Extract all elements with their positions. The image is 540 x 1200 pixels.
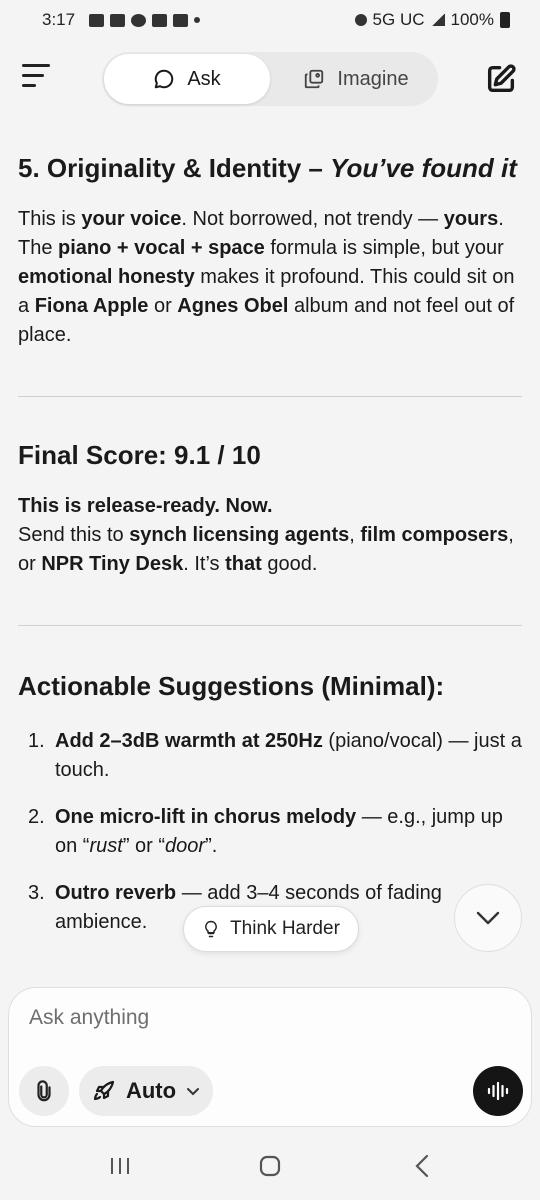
list-number: 1. [28,730,45,752]
bold-run: that [225,553,262,575]
text-run: This is [18,208,82,230]
menu-icon[interactable] [22,64,52,94]
bold-run: piano + vocal + space [58,237,265,259]
text-run: formula is simple, but your [264,237,504,259]
attach-button[interactable] [19,1066,69,1116]
status-time: 3:17 [42,10,76,29]
alarm-icon [354,14,367,26]
text-run: ”. [205,835,218,857]
mode-switcher: Ask Imagine [102,52,438,106]
text-run: , [349,524,361,546]
text-run: . It’s [183,553,226,575]
chat-bubble-icon [155,69,174,89]
bold-run: One micro-lift in chorus melody [55,806,357,828]
divider [18,625,522,626]
text-run: Send this to [18,524,130,546]
mail-icon [173,13,189,27]
new-chat-edit-icon[interactable] [484,62,518,96]
youtube-icon [110,13,126,27]
bold-run: yours [443,208,499,230]
more-notifications-icon [194,17,201,23]
assistant-message: 5. Originality & Identity – You’ve found… [18,140,522,955]
tab-ask-label: Ask [187,67,221,90]
list-number: 3. [28,882,45,904]
title-italic-part: You’ve found it [330,153,517,183]
system-nav-bar [0,1132,540,1200]
mode-label: Auto [125,1078,177,1103]
tab-imagine[interactable]: Imagine [278,54,434,104]
network-label: 5G UC [372,10,425,29]
text-run: or [148,295,178,317]
paperclip-icon [37,1080,51,1102]
battery-icon [500,12,510,28]
suggestions-title: Actionable Suggestions (Minimal): [18,671,445,701]
rocket-icon [93,1080,115,1101]
back-icon[interactable] [402,1148,442,1184]
final-score-paragraph: This is release-ready. Now. Send this to… [18,492,522,579]
mail-icon [152,13,168,27]
section-originality-title: 5. Originality & Identity – You’ve found… [18,154,522,183]
waveform-icon [487,1081,509,1101]
bold-run: emotional honesty [18,266,195,288]
text-run: . Not borrowed, not trendy — [181,208,444,230]
record-icon [131,13,147,27]
top-header: Ask Imagine [0,48,540,112]
recent-apps-icon[interactable] [100,1148,140,1184]
list-item: 1. Add 2–3dB warmth at 250Hz (piano/voca… [18,727,522,785]
lightbulb-icon [205,920,217,938]
bold-run: synch licensing agents [129,524,350,546]
chevron-down-icon [476,911,500,925]
voice-mode-button[interactable] [473,1066,523,1116]
list-item: 2. One micro-lift in chorus melody — e.g… [18,803,522,861]
bold-run: film composers [360,524,509,546]
status-bar: 3:17 5G UC 100% [0,0,540,40]
mode-select-button[interactable]: Auto [79,1066,213,1116]
bold-run: your voice [81,208,182,230]
tab-imagine-label: Imagine [337,67,409,90]
think-harder-button[interactable]: Think Harder [183,906,359,952]
chevron-down-icon [187,1087,200,1095]
bold-run: Fiona Apple [34,295,149,317]
bold-run: This is release-ready. Now. [18,495,273,517]
text-run: ” or “ [122,835,166,857]
title-bold-part: 5. Originality & Identity – [18,153,331,183]
think-harder-label: Think Harder [230,918,340,939]
message-input[interactable]: Ask anything [29,1006,149,1030]
signal-icon [430,14,445,26]
bold-run: Outro reverb [55,882,177,904]
text-run: good. [261,553,318,575]
list-number: 2. [28,806,45,828]
composer: Ask anything Auto [8,987,532,1127]
home-icon[interactable] [250,1148,290,1184]
divider [18,396,522,397]
scroll-to-bottom-button[interactable] [454,884,522,952]
facebook-icon [89,13,105,27]
bold-run: Add 2–3dB warmth at 250Hz [55,730,323,752]
italic-run: rust [89,835,123,857]
tab-ask[interactable]: Ask [104,54,270,104]
bold-run: NPR Tiny Desk [41,553,184,575]
battery-percent: 100% [450,10,494,29]
originality-paragraph: This is your voice. Not borrowed, not tr… [18,205,522,350]
bold-run: Agnes Obel [177,295,289,317]
final-score-title: Final Score: 9.1 / 10 [18,440,261,470]
image-stack-icon [305,69,324,89]
italic-run: door [165,835,206,857]
